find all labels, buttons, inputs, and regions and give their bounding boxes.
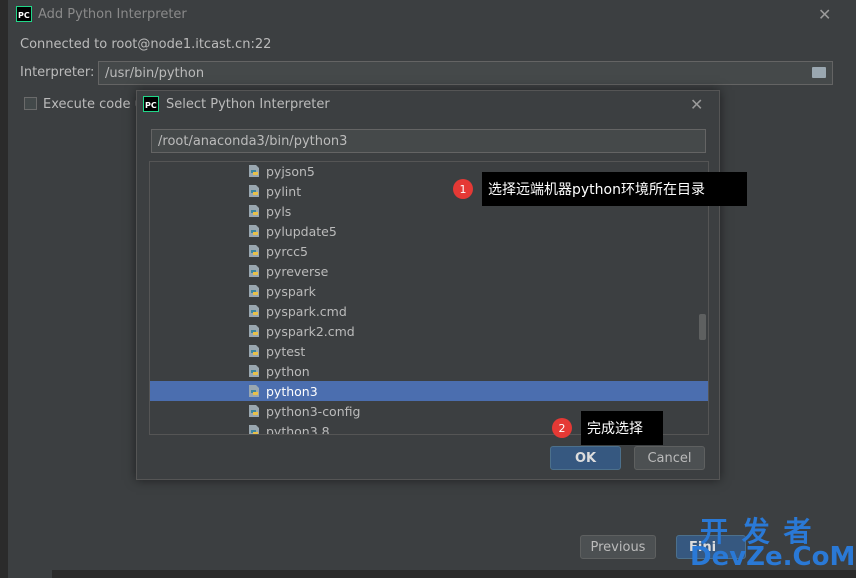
file-name: python3 [266, 383, 318, 399]
file-name: pylint [266, 183, 302, 199]
close-icon[interactable]: ✕ [690, 95, 703, 114]
step-1-tooltip: 选择远端机器python环境所在目录 [482, 172, 747, 206]
connected-text: Connected to root@node1.itcast.cn:22 [20, 37, 272, 52]
file-row[interactable]: python [150, 361, 708, 381]
interpreter-label: Interpreter: [20, 65, 95, 80]
path-value: /root/anaconda3/bin/python3 [158, 133, 348, 149]
file-row[interactable]: pyspark2.cmd [150, 321, 708, 341]
python-file-icon [248, 264, 260, 278]
python-file-icon [248, 364, 260, 378]
file-name: pyjson5 [266, 163, 315, 179]
file-name: pyspark [266, 283, 316, 299]
python-file-icon [248, 324, 260, 338]
file-name: python [266, 363, 310, 379]
python-file-icon [248, 224, 260, 238]
file-name: pyspark2.cmd [266, 323, 355, 339]
file-name: python3.8 [266, 423, 330, 435]
python-file-icon [248, 424, 260, 434]
cancel-button[interactable]: Cancel [634, 446, 705, 470]
execute-checkbox[interactable] [24, 97, 37, 110]
file-name: python3-config [266, 403, 361, 419]
python-file-icon [248, 404, 260, 418]
execute-label: Execute code us [43, 97, 150, 112]
python-file-icon [248, 344, 260, 358]
dialog-title: Select Python Interpreter [166, 97, 330, 112]
close-icon[interactable]: ✕ [818, 5, 831, 24]
ide-left-edge [0, 0, 8, 578]
interpreter-value: /usr/bin/python [105, 65, 205, 81]
file-row[interactable]: pyspark.cmd [150, 301, 708, 321]
pycharm-logo-icon: PC [143, 96, 159, 112]
file-name: pyspark.cmd [266, 303, 347, 319]
file-name: pylupdate5 [266, 223, 337, 239]
python-file-icon [248, 304, 260, 318]
file-row[interactable]: pyrcc5 [150, 241, 708, 261]
interpreter-field[interactable]: /usr/bin/python [98, 61, 833, 85]
file-row[interactable]: pyreverse [150, 261, 708, 281]
python-file-icon [248, 284, 260, 298]
python-file-icon [248, 184, 260, 198]
path-field[interactable]: /root/anaconda3/bin/python3 [151, 129, 706, 153]
watermark-line2: DevZe.CoM [690, 542, 856, 572]
previous-button[interactable]: Previous [580, 535, 656, 559]
python-file-icon [248, 164, 260, 178]
file-row[interactable]: pylupdate5 [150, 221, 708, 241]
file-row[interactable]: python3 [150, 381, 708, 401]
step-1-badge: 1 [453, 179, 473, 199]
file-row[interactable]: pyspark [150, 281, 708, 301]
step-2-tooltip: 完成选择 [581, 411, 663, 445]
file-name: pyrcc5 [266, 243, 308, 259]
dialog-title: Add Python Interpreter [38, 7, 187, 22]
python-file-icon [248, 204, 260, 218]
step-2-badge: 2 [552, 418, 572, 438]
pycharm-logo-icon: PC [16, 6, 32, 22]
scrollbar-thumb[interactable] [699, 314, 706, 340]
python-file-icon [248, 244, 260, 258]
python-file-icon [248, 384, 260, 398]
ok-button[interactable]: OK [550, 446, 621, 470]
file-name: pyreverse [266, 263, 329, 279]
folder-icon[interactable] [812, 67, 826, 78]
file-name: pytest [266, 343, 306, 359]
file-name: pyls [266, 203, 292, 219]
file-row[interactable]: pytest [150, 341, 708, 361]
